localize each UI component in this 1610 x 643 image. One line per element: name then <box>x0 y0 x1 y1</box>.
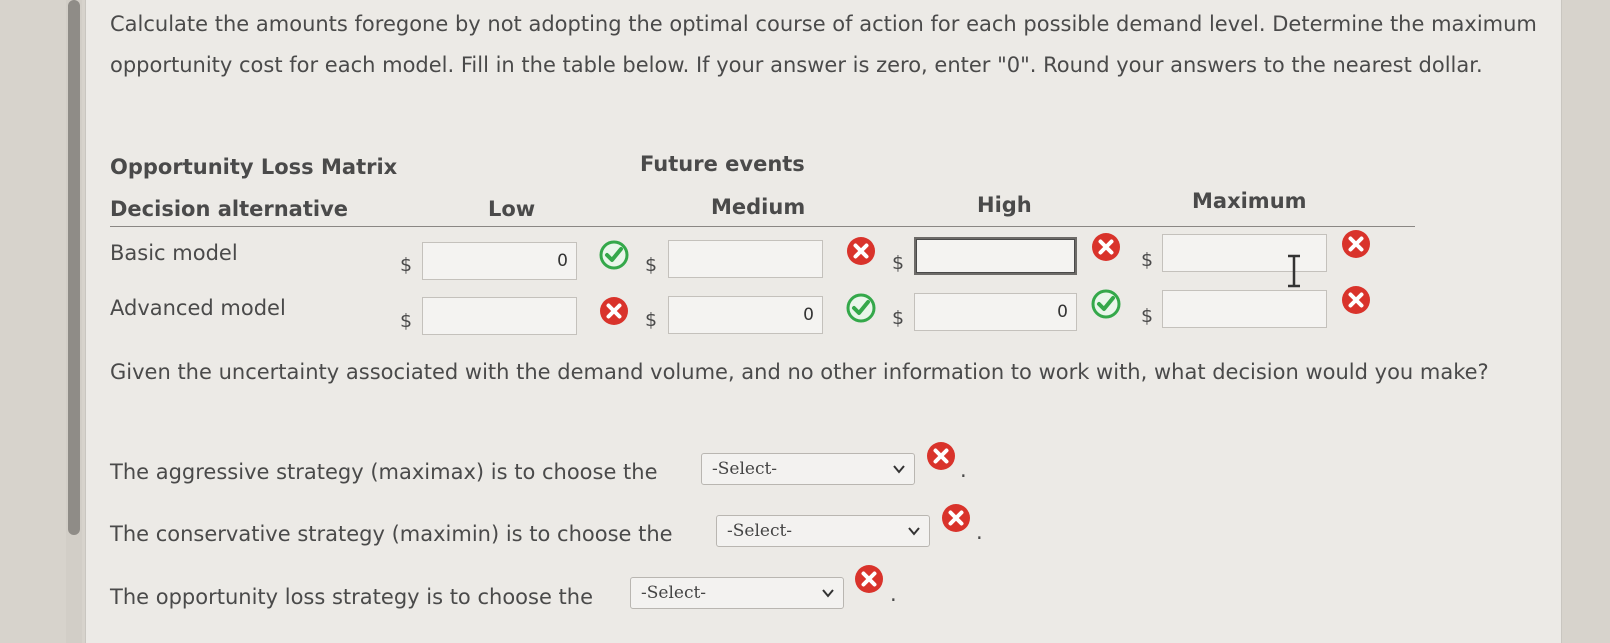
currency-symbol: $ <box>645 309 658 331</box>
decision-question: Given the uncertainty associated with th… <box>110 360 1489 384</box>
instructions-text: Calculate the amounts foregone by not ad… <box>110 12 1537 77</box>
opportunity-loss-strategy-label: The opportunity loss strategy is to choo… <box>110 585 594 609</box>
x-circle-icon <box>1340 228 1372 260</box>
column-header-medium: Medium <box>711 195 806 219</box>
check-circle-icon <box>845 292 877 324</box>
advanced-low-input[interactable] <box>422 297 577 335</box>
chevron-down-icon <box>893 465 905 474</box>
currency-symbol: $ <box>1141 249 1154 271</box>
opportunity-loss-strategy-select[interactable]: -Select- <box>630 577 844 609</box>
check-circle-icon <box>1090 288 1122 320</box>
basic-low-input[interactable] <box>422 242 577 280</box>
advanced-medium-input[interactable] <box>668 296 823 334</box>
currency-symbol: $ <box>892 307 905 329</box>
x-circle-icon <box>940 502 972 534</box>
x-circle-icon <box>845 235 877 267</box>
currency-symbol: $ <box>892 252 905 274</box>
header-divider <box>110 226 1415 227</box>
row-label-basic-model: Basic model <box>110 241 238 265</box>
sentence-period: . <box>960 458 967 482</box>
row-label-advanced-model: Advanced model <box>110 296 286 320</box>
chevron-down-icon <box>822 589 834 598</box>
column-header-high: High <box>977 193 1032 217</box>
advanced-maximum-input[interactable] <box>1162 290 1327 328</box>
x-circle-icon <box>925 440 957 472</box>
decision-alternative-header: Decision alternative <box>110 197 349 221</box>
aggressive-strategy-select[interactable]: -Select- <box>701 453 915 485</box>
basic-high-input[interactable] <box>914 237 1077 275</box>
currency-symbol: $ <box>400 310 413 332</box>
select-value: -Select- <box>712 459 778 479</box>
x-circle-icon <box>1090 231 1122 263</box>
advanced-high-input[interactable] <box>914 293 1077 331</box>
x-circle-icon <box>853 563 885 595</box>
chevron-down-icon <box>908 527 920 536</box>
conservative-strategy-select[interactable]: -Select- <box>716 515 930 547</box>
select-value: -Select- <box>641 583 707 603</box>
scrollbar-thumb[interactable] <box>68 0 80 535</box>
future-events-header: Future events <box>640 152 805 176</box>
currency-symbol: $ <box>1141 305 1154 327</box>
x-circle-icon <box>1340 284 1372 316</box>
check-circle-icon <box>598 239 630 271</box>
sentence-period: . <box>890 582 897 606</box>
matrix-title: Opportunity Loss Matrix <box>110 155 398 179</box>
currency-symbol: $ <box>645 254 658 276</box>
conservative-strategy-label: The conservative strategy (maximin) is t… <box>110 522 673 546</box>
x-circle-icon <box>598 295 630 327</box>
select-value: -Select- <box>727 521 793 541</box>
column-header-maximum: Maximum <box>1192 189 1307 213</box>
aggressive-strategy-label: The aggressive strategy (maximax) is to … <box>110 460 658 484</box>
column-header-low: Low <box>488 197 536 221</box>
sentence-period: . <box>976 520 983 544</box>
text-cursor-icon <box>1288 254 1300 288</box>
basic-medium-input[interactable] <box>668 240 823 278</box>
currency-symbol: $ <box>400 254 413 276</box>
